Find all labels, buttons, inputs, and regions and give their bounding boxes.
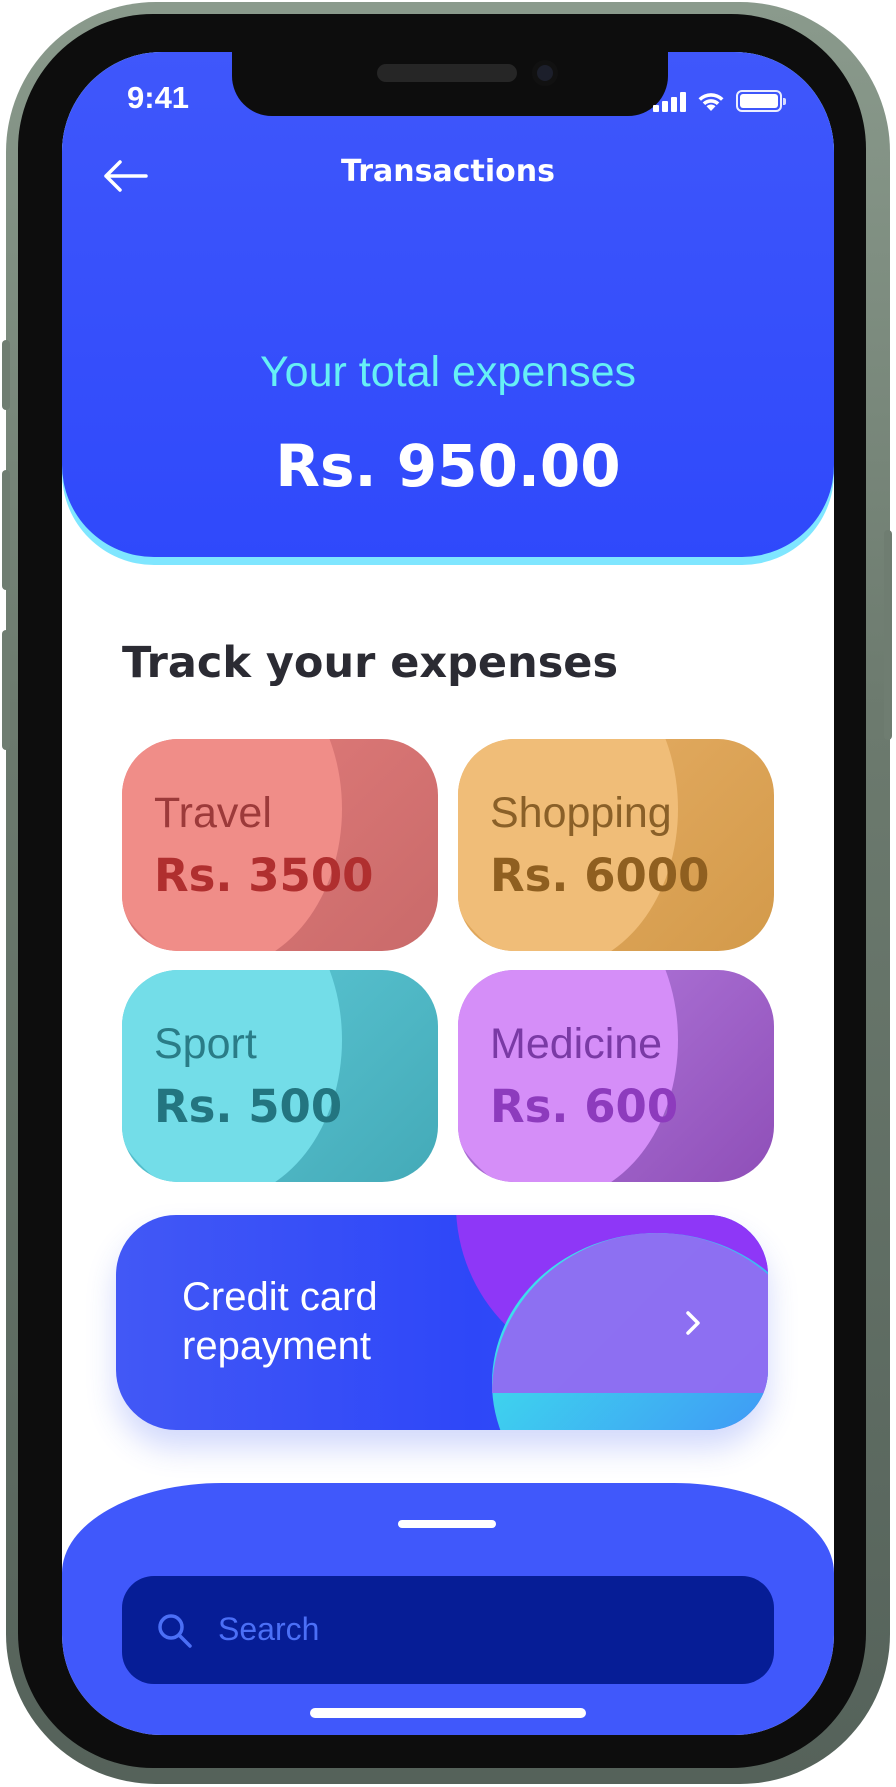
phone-side-button-left-1 xyxy=(2,340,10,410)
cellular-signal-icon xyxy=(653,92,686,112)
status-time: 9:41 xyxy=(127,80,190,115)
category-amount: Rs. 600 xyxy=(490,1080,679,1133)
front-camera xyxy=(532,60,558,86)
battery-icon xyxy=(736,90,786,112)
home-indicator xyxy=(310,1708,586,1718)
category-amount: Rs. 500 xyxy=(154,1080,343,1133)
phone-side-button-right xyxy=(884,530,892,740)
search-input[interactable] xyxy=(218,1606,738,1652)
repayment-label: Credit card repayment xyxy=(182,1275,378,1368)
status-icons xyxy=(653,90,786,112)
total-expenses-label: Your total expenses xyxy=(259,348,637,396)
category-card-shopping[interactable]: Shopping Rs. 6000 xyxy=(458,739,774,951)
app-screen: 9:41 Transactions Your total expenses Rs… xyxy=(62,52,834,1735)
category-card-travel[interactable]: Travel Rs. 3500 xyxy=(122,739,438,951)
search-bar[interactable] xyxy=(122,1576,774,1684)
phone-side-button-left-3 xyxy=(2,630,10,750)
notch xyxy=(232,52,668,116)
category-label: Sport xyxy=(154,1020,257,1068)
section-title: Track your expenses xyxy=(122,638,619,688)
phone-side-button-left-2 xyxy=(2,470,10,590)
card-decor-circle xyxy=(458,970,678,1182)
category-label: Travel xyxy=(154,789,272,837)
category-label: Medicine xyxy=(490,1020,663,1068)
category-card-sport[interactable]: Sport Rs. 500 xyxy=(122,970,438,1182)
card-decor-circle xyxy=(122,739,342,951)
total-expenses-amount: Rs. 950.00 xyxy=(275,432,621,500)
category-amount: Rs. 6000 xyxy=(490,849,710,902)
speaker-grille xyxy=(377,64,517,82)
card-decor-circle xyxy=(122,970,342,1182)
chevron-right-icon xyxy=(686,1311,700,1335)
category-amount: Rs. 3500 xyxy=(154,849,374,902)
page-title: Transactions xyxy=(341,154,555,189)
sheet-grabber[interactable] xyxy=(398,1520,496,1528)
wifi-icon xyxy=(698,93,724,111)
category-card-medicine[interactable]: Medicine Rs. 600 xyxy=(458,970,774,1182)
search-icon xyxy=(158,1614,192,1648)
card-decor-circle xyxy=(458,739,678,951)
category-label: Shopping xyxy=(490,789,672,837)
credit-card-repayment-button[interactable]: Credit card repayment xyxy=(116,1215,768,1430)
header: 9:41 Transactions Your total expenses Rs… xyxy=(62,52,834,557)
